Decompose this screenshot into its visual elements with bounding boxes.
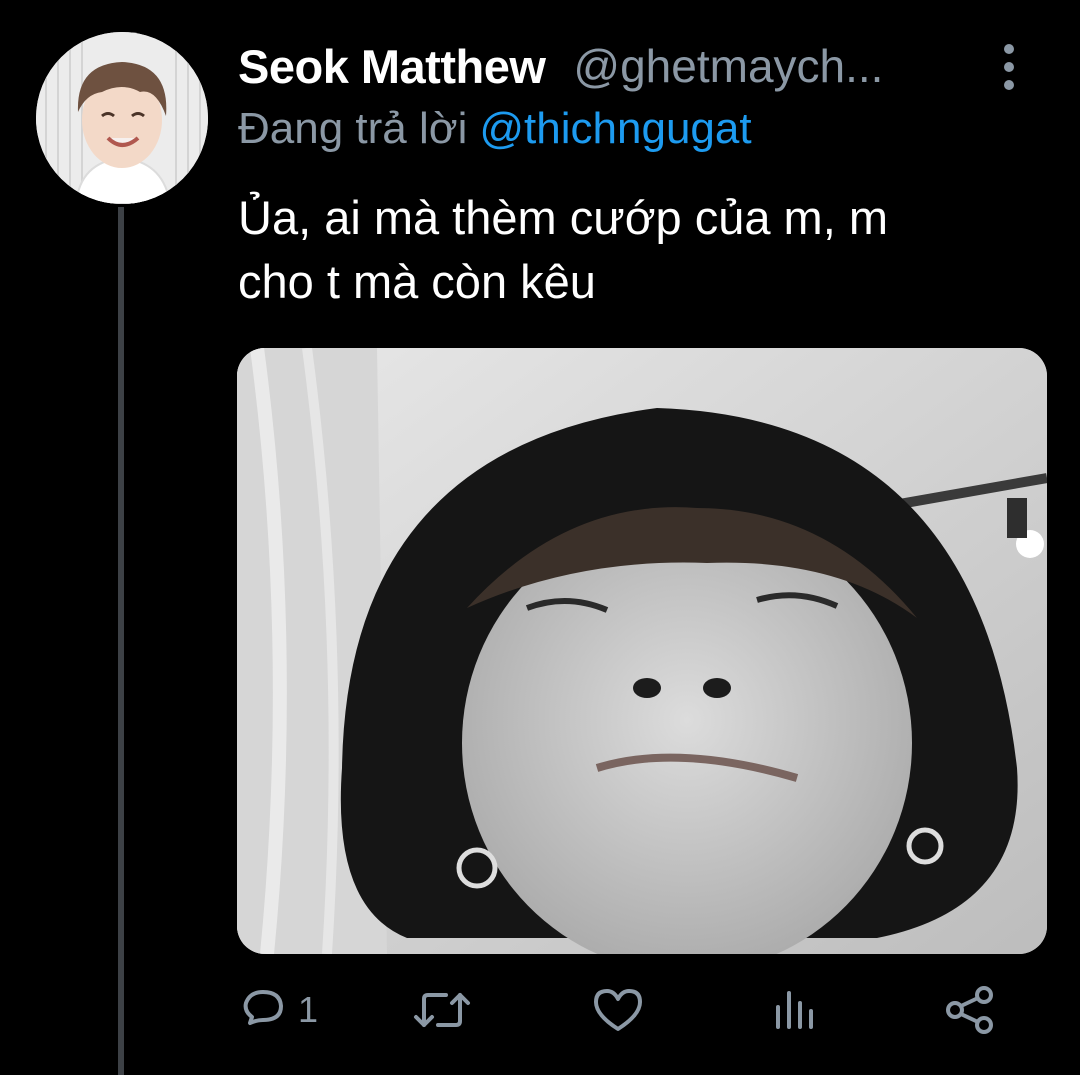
tweet-text: Ủa, ai mà thèm cướp của m, m cho t mà cò… [238,186,1028,314]
user-handle[interactable]: @ghetmaych... [573,39,883,93]
tweet-media-image[interactable] [237,348,1047,954]
vertical-dots-icon[interactable] [992,44,1026,90]
thread-line [118,207,124,1075]
share-button[interactable] [944,980,996,1040]
share-icon [944,984,996,1036]
tweet-text-line: cho t mà còn kêu [238,255,596,308]
reply-button[interactable]: 1 [240,980,318,1040]
analytics-button[interactable] [772,980,816,1040]
reply-prefix: Đang trả lời [238,104,468,153]
retweet-icon [412,987,472,1033]
tweet-header: Seok Matthew @ghetmaych... [238,36,1028,96]
like-button[interactable] [592,980,644,1040]
tweet-text-line: Ủa, ai mà thèm cướp của m, m [238,191,888,244]
reply-count: 1 [298,989,319,1030]
retweet-button[interactable] [412,980,472,1040]
avatar[interactable] [36,32,208,204]
replying-to: Đang trả lời @thichngugat [238,104,752,154]
bar-chart-icon [772,987,816,1033]
speech-bubble-icon [240,987,286,1033]
reply-mention-link[interactable]: @thichngugat [479,104,751,153]
display-name[interactable]: Seok Matthew [238,39,546,94]
tweet[interactable]: Seok Matthew @ghetmaych... Đang trả lời @… [0,0,1080,1075]
tweet-actions: 1 [238,980,1008,1040]
heart-icon [592,987,644,1033]
